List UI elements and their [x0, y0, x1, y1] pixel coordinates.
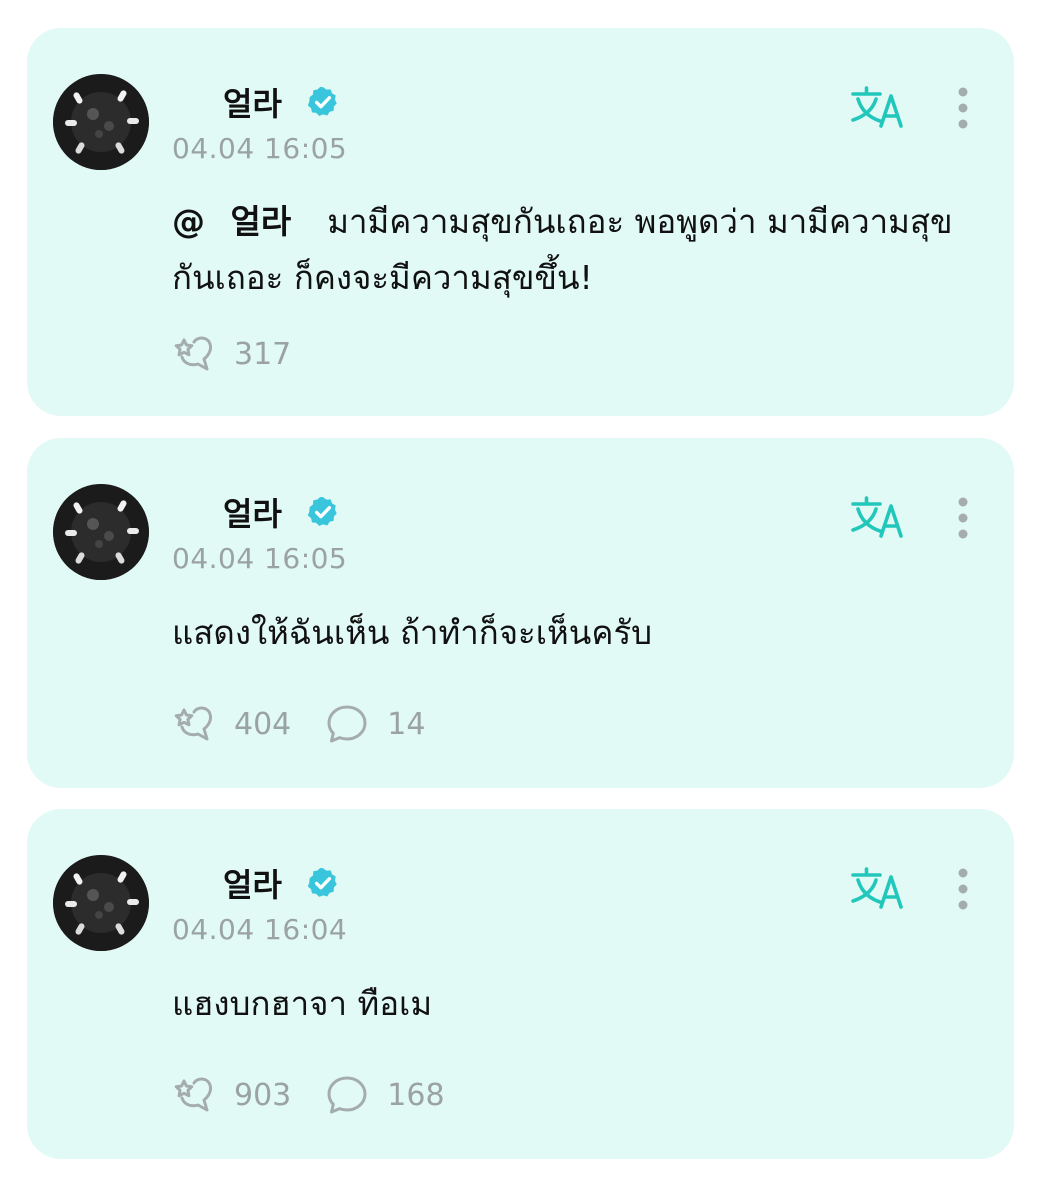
- post-card[interactable]: 얼라 04.04 16:04 แฮงบกฮาจา ทือเม 903 168: [27, 809, 1014, 1159]
- verified-badge-icon: [307, 86, 337, 116]
- comment-button[interactable]: 168: [325, 1075, 445, 1115]
- author-name[interactable]: 얼라: [223, 79, 282, 125]
- more-vertical-icon[interactable]: [957, 496, 969, 540]
- mention-tag[interactable]: @ 얼라: [172, 202, 291, 241]
- post-stats: 404 14: [172, 702, 425, 746]
- post-text: แฮงบกฮาจา ทือเม: [172, 984, 433, 1023]
- like-count: 317: [234, 336, 292, 372]
- post-card[interactable]: 얼라 04.04 16:05 @ 얼라 มามีความสุขกันเถอะ พอ…: [27, 28, 1014, 416]
- like-count: 404: [234, 706, 292, 742]
- translate-icon[interactable]: [849, 495, 907, 539]
- like-icon: [174, 336, 212, 371]
- post-body: @ 얼라 มามีความสุขกันเถอะ พอพูดว่า มามีความ…: [172, 194, 962, 306]
- verified-badge-icon: [307, 496, 337, 526]
- comment-icon: [327, 705, 367, 743]
- more-vertical-icon[interactable]: [957, 867, 969, 911]
- comment-count: 14: [387, 706, 426, 742]
- comment-count: 168: [387, 1077, 445, 1113]
- post-card[interactable]: 얼라 04.04 16:05 แสดงให้ฉันเห็น ถ้าทำก็จะเ…: [27, 438, 1014, 788]
- post-stats: 903 168: [172, 1073, 445, 1117]
- post-timestamp: 04.04 16:05: [172, 132, 348, 165]
- post-feed: 얼라 04.04 16:05 @ 얼라 มามีความสุขกันเถอะ พอ…: [0, 0, 1040, 1200]
- avatar[interactable]: [53, 74, 149, 170]
- comment-button[interactable]: 14: [325, 704, 425, 744]
- translate-icon[interactable]: [849, 866, 907, 910]
- avatar[interactable]: [53, 855, 149, 951]
- post-text: แสดงให้ฉันเห็น ถ้าทำก็จะเห็นครับ: [172, 613, 653, 652]
- author-name[interactable]: 얼라: [223, 489, 282, 535]
- post-stats: 317: [172, 332, 291, 376]
- like-icon: [174, 706, 212, 741]
- like-button[interactable]: 317: [172, 334, 291, 374]
- comment-icon: [327, 1076, 367, 1114]
- like-button[interactable]: 404: [172, 704, 291, 744]
- post-timestamp: 04.04 16:05: [172, 542, 348, 575]
- post-timestamp: 04.04 16:04: [172, 913, 348, 946]
- avatar[interactable]: [53, 484, 149, 580]
- author-name[interactable]: 얼라: [223, 860, 282, 906]
- like-button[interactable]: 903: [172, 1075, 291, 1115]
- translate-icon[interactable]: [849, 85, 907, 129]
- more-vertical-icon[interactable]: [957, 86, 969, 130]
- verified-badge-icon: [307, 867, 337, 897]
- like-icon: [174, 1077, 212, 1112]
- like-count: 903: [234, 1077, 292, 1113]
